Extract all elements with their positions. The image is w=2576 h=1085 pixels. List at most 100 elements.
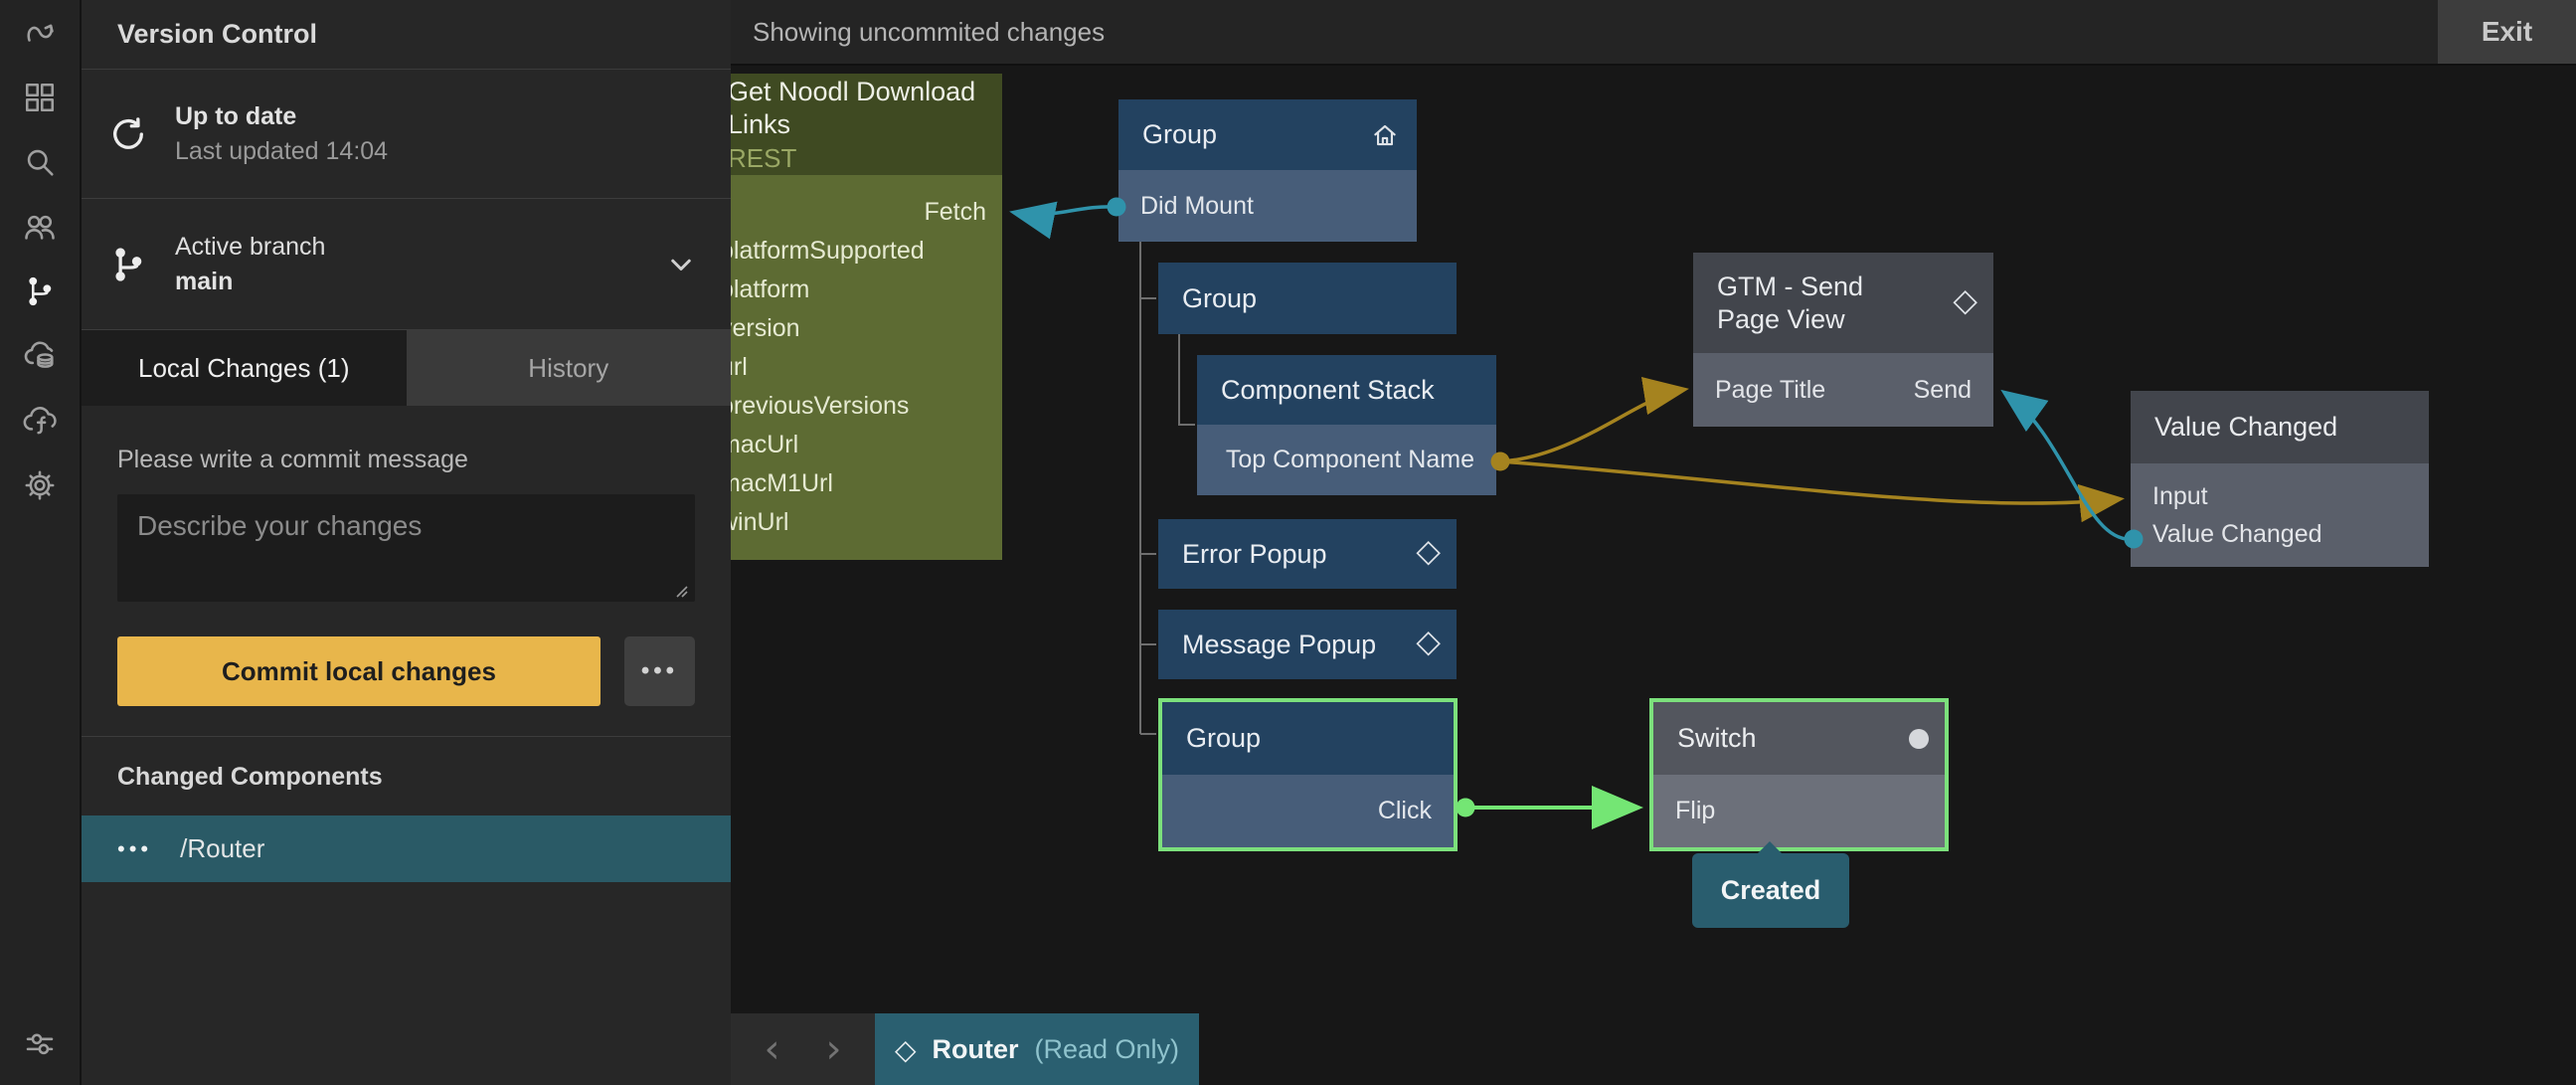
node-header[interactable]: Get Noodl Download LinksREST xyxy=(704,74,1002,175)
status-text: Showing uncommited changes xyxy=(731,17,1105,48)
node-value-changed[interactable]: Value Changed Input Value Changed xyxy=(2131,391,2429,567)
active-branch-row[interactable]: Active branch main xyxy=(82,199,731,330)
port-send[interactable]: Send xyxy=(1914,376,1972,405)
node-ports: FetchplatformSupportedplatformversionurl… xyxy=(704,175,1002,560)
node-header[interactable]: Message Popup◇ xyxy=(1158,610,1457,679)
version-control-panel: Version Control Up to date Last updated … xyxy=(82,0,731,1085)
white-dot-icon xyxy=(1909,729,1929,749)
rail-item-grid-icon[interactable] xyxy=(0,65,80,129)
port-row: Did Mount xyxy=(1118,170,1417,242)
node-ports: Page Title Send xyxy=(1693,353,1993,427)
tab-local-changes-1[interactable]: Local Changes (1) xyxy=(82,330,407,406)
top-status-bar: Showing uncommited changes Exit xyxy=(731,0,2576,66)
changed-components-section: Changed Components •••/Router xyxy=(82,736,731,882)
rail-item-cloud-functions-icon[interactable] xyxy=(0,388,80,452)
node-header[interactable]: Error Popup◇ xyxy=(1158,519,1457,589)
commit-message-input[interactable] xyxy=(117,494,695,602)
port-row: platform xyxy=(704,271,1002,309)
rail-item-users-icon[interactable] xyxy=(0,194,80,259)
git-branch-icon xyxy=(82,244,175,285)
rail-item-settings-gear-icon[interactable] xyxy=(0,452,80,517)
node-header[interactable]: Switch xyxy=(1653,702,1945,775)
noodl-version-control-window: Get Noodl Download LinksREST Fetch platfor… xyxy=(0,0,2576,1085)
node-title: GTM - Send Page View xyxy=(1717,271,1970,336)
port-row: macUrl xyxy=(704,426,1002,464)
panel-tabs: Local Changes (1)History xyxy=(82,330,731,406)
component-tab-router[interactable]: ◇ Router (Read Only) xyxy=(875,1013,1199,1085)
branch-name: main xyxy=(175,268,325,296)
port-input[interactable]: Input xyxy=(2152,482,2208,511)
port-fetch[interactable]: Fetch xyxy=(924,198,986,227)
commit-section: Please write a commit message Commit loc… xyxy=(82,406,731,706)
port-platform[interactable]: platform xyxy=(720,275,809,304)
port-version[interactable]: version xyxy=(720,314,800,343)
node-component-stack[interactable]: Component Stack Top Component Name xyxy=(1197,355,1496,495)
diamond-icon: ◇ xyxy=(1416,551,1441,558)
port-flip[interactable]: Flip xyxy=(1675,797,1715,825)
changed-components-heading: Changed Components xyxy=(82,763,731,792)
node-group-main[interactable]: Group Did Mount xyxy=(1118,99,1417,242)
node-message-popup[interactable]: Message Popup◇ xyxy=(1158,610,1457,679)
nav-back-icon[interactable]: ‹ xyxy=(765,1029,780,1069)
changed-component-row-router[interactable]: •••/Router xyxy=(82,815,731,882)
commit-more-options-button[interactable]: ••• xyxy=(624,636,695,706)
node-rest[interactable]: Get Noodl Download LinksREST Fetch platfor… xyxy=(704,74,1002,560)
component-tab-label: Router xyxy=(933,1034,1019,1065)
port-row: macM1Url xyxy=(704,464,1002,503)
node-header[interactable]: Group xyxy=(1158,263,1457,334)
sync-subtitle: Last updated 14:04 xyxy=(175,137,388,166)
node-title: Component Stack xyxy=(1221,374,1472,407)
exit-button[interactable]: Exit xyxy=(2438,0,2576,64)
rail-item-noodl-logo-icon[interactable] xyxy=(0,0,80,65)
rail-item-search-icon[interactable] xyxy=(0,129,80,194)
node-header[interactable]: GTM - Send Page View◇ xyxy=(1693,253,1993,353)
port-row: previousVersions xyxy=(704,387,1002,426)
port-platformsupported[interactable]: platformSupported xyxy=(720,237,925,266)
node-title: Message Popup xyxy=(1182,629,1433,661)
node-group-click[interactable]: Group Click xyxy=(1158,698,1458,851)
port-click[interactable]: Click xyxy=(1378,797,1432,825)
port-page-title[interactable]: Page Title xyxy=(1715,376,1825,405)
refresh-icon[interactable] xyxy=(82,113,175,155)
node-header[interactable]: Component Stack xyxy=(1197,355,1496,425)
panel-header: Version Control xyxy=(82,0,731,70)
port-did-mount[interactable]: Did Mount xyxy=(1140,192,1254,221)
bottom-navigation-bar: ‹ › ◇ Router (Read Only) xyxy=(731,1013,1199,1085)
rail-item-sliders-icon[interactable] xyxy=(0,1010,80,1075)
node-header[interactable]: Group xyxy=(1162,702,1454,775)
node-ports: Did Mount xyxy=(1118,170,1417,242)
rail-item-cloud-data-icon[interactable] xyxy=(0,323,80,388)
created-tooltip: Created xyxy=(1692,853,1849,928)
port-row: Value Changed xyxy=(2131,515,2429,553)
node-header[interactable]: Value Changed xyxy=(2131,391,2429,463)
chevron-down-icon[interactable] xyxy=(663,247,699,287)
node-ports: Flip xyxy=(1653,775,1945,847)
panel-title: Version Control xyxy=(117,19,317,50)
port-row: Page Title Send xyxy=(1693,353,1993,427)
port-top-component-name[interactable]: Top Component Name xyxy=(1226,446,1474,474)
home-icon xyxy=(1369,119,1401,151)
node-title: Group xyxy=(1186,722,1430,755)
port-row: Flip xyxy=(1653,775,1945,847)
node-ports: Input Value Changed xyxy=(2131,463,2429,567)
node-error-popup[interactable]: Error Popup◇ xyxy=(1158,519,1457,589)
rail-item-git-branch-icon[interactable] xyxy=(0,259,80,323)
node-header[interactable]: Group xyxy=(1118,99,1417,170)
sync-status-row[interactable]: Up to date Last updated 14:04 xyxy=(82,70,731,199)
node-title: Group xyxy=(1182,282,1433,315)
port-value-changed[interactable]: Value Changed xyxy=(2152,520,2322,549)
port-previousversions[interactable]: previousVersions xyxy=(720,392,909,421)
nav-forward-icon[interactable]: › xyxy=(826,1029,842,1069)
port-row: Click xyxy=(1162,775,1454,847)
row-more-icon[interactable]: ••• xyxy=(117,836,152,862)
port-macm1url[interactable]: macM1Url xyxy=(720,469,833,498)
port-macurl[interactable]: macUrl xyxy=(720,431,798,459)
node-group-2[interactable]: Group xyxy=(1158,263,1457,334)
tab-history[interactable]: History xyxy=(407,330,732,406)
commit-local-changes-button[interactable]: Commit local changes xyxy=(117,636,601,706)
node-gtm-send-page-view[interactable]: GTM - Send Page View◇ Page Title Send xyxy=(1693,253,1993,427)
port-row: Top Component Name xyxy=(1197,425,1496,495)
node-ports: Click xyxy=(1162,775,1454,847)
diamond-icon: ◇ xyxy=(1416,641,1441,648)
node-switch[interactable]: Switch Flip xyxy=(1649,698,1949,851)
